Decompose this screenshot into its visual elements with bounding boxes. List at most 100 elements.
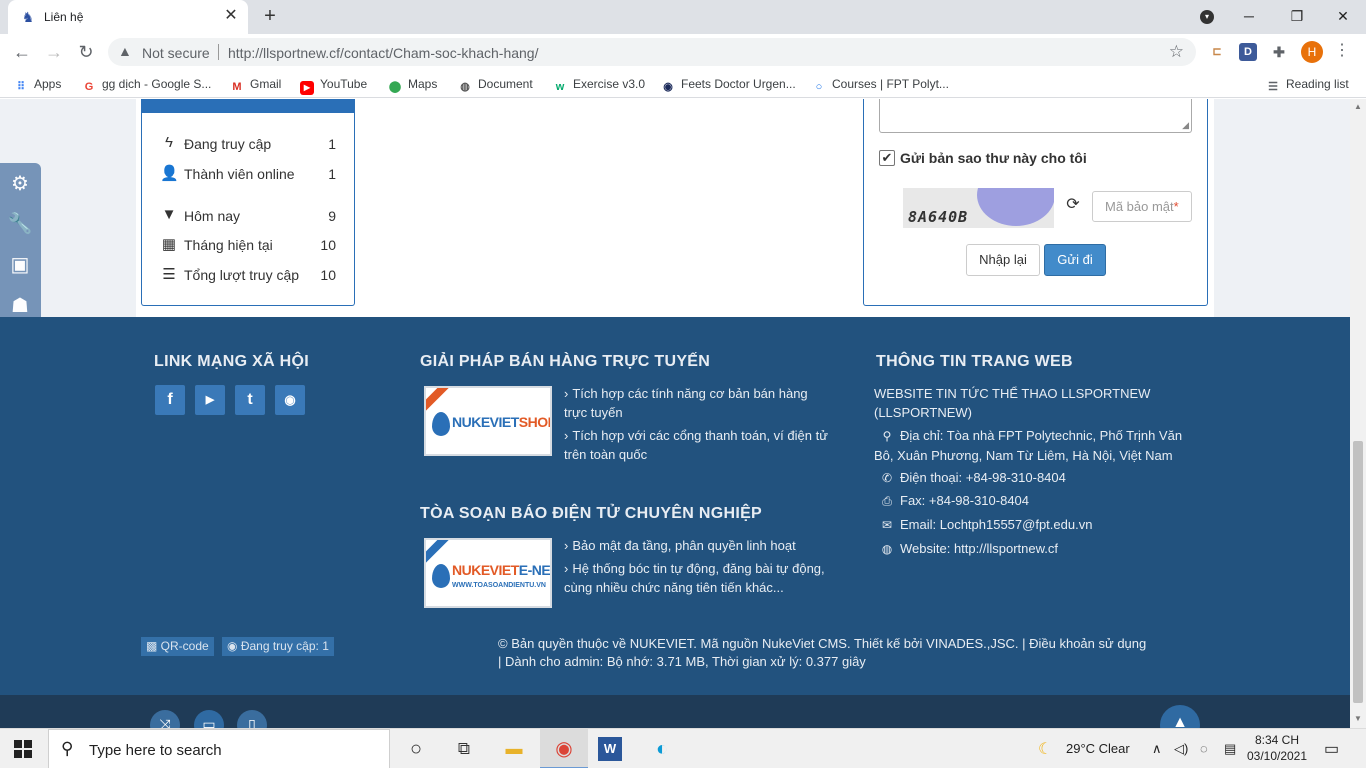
wrench-icon[interactable]: 🔧	[7, 211, 33, 237]
resize-grip-icon[interactable]: ◢	[1182, 120, 1189, 131]
volume-icon[interactable]: ◁)	[1174, 741, 1188, 757]
shuffle-icon[interactable]: ⤨	[150, 710, 180, 728]
minimize-button[interactable]: ─	[1226, 0, 1272, 34]
message-textarea[interactable]: ◢	[879, 99, 1192, 133]
bookmark-gmail[interactable]: M Gmail	[230, 76, 281, 93]
banner-ribbon	[426, 540, 455, 568]
notification-center-icon[interactable]: ▭	[1324, 739, 1339, 759]
tray-chevron-icon[interactable]: ∧	[1152, 741, 1162, 757]
stat-today: ▼ Hôm nay 9	[161, 206, 336, 224]
bookmark-feets[interactable]: ◉ Feets Doctor Urgen...	[661, 76, 796, 93]
task-view-icon[interactable]: ⧉	[450, 735, 478, 763]
cortana-icon[interactable]: ○	[402, 735, 430, 763]
send-copy-label[interactable]: Gửi bản sao thư này cho tôi	[900, 150, 1087, 166]
globe-icon: ◍	[460, 81, 470, 93]
bookmark-star-icon[interactable]: ☆	[1169, 42, 1184, 62]
reset-button[interactable]: Nhập lại	[966, 244, 1040, 276]
keyboard-icon[interactable]: ▤	[1224, 741, 1236, 757]
twitter-icon[interactable]: t	[235, 385, 265, 415]
online-count-badge[interactable]: ◉ Đang truy cập: 1	[222, 637, 334, 656]
file-explorer-icon[interactable]: ▬	[500, 735, 528, 763]
profile-avatar[interactable]: H	[1301, 41, 1323, 63]
word-icon[interactable]: W	[598, 737, 622, 761]
copyright-line: © Bản quyền thuộc về NUKEVIET. Mã nguồn …	[498, 636, 1147, 651]
scroll-down-arrow-icon[interactable]: ▼	[1354, 715, 1362, 723]
edge-icon[interactable]: ◐	[648, 735, 676, 763]
visitor-stats-panel: ϟ Đang truy cập 1 👤 Thành viên online 1 …	[141, 99, 355, 306]
clock-date: 03/10/2021	[1246, 749, 1308, 763]
forward-arrow-icon[interactable]: →	[42, 40, 66, 64]
bookmarks-bar: ⠿ Apps Ggg dịch - Google S... M Gmail ▶ You…	[0, 70, 1366, 98]
shop-heading: GIẢI PHÁP BÁN HÀNG TRỰC TUYẾN	[420, 353, 711, 370]
globe-icon: ◍	[881, 542, 893, 556]
website-row[interactable]: ◍ Website: http://llsportnew.cf	[880, 539, 1058, 559]
weather-text[interactable]: 29°C Clear	[1066, 741, 1130, 756]
captcha-input[interactable]: Mã bảo mật*	[1092, 191, 1192, 222]
send-button[interactable]: Gửi đi	[1044, 244, 1106, 276]
bookmark-gg-dich[interactable]: Ggg dịch - Google S...	[82, 76, 212, 93]
restore-button[interactable]: ❐	[1274, 0, 1320, 34]
page-scrollbar[interactable]: ▲ ▼	[1350, 99, 1366, 728]
browser-tab[interactable]: ♞ Liên hệ ✕	[8, 0, 248, 34]
bookmark-apps[interactable]: ⠿ Apps	[14, 76, 61, 93]
search-placeholder: Type here to search	[89, 742, 222, 759]
bookmark-youtube[interactable]: ▶ YouTube	[300, 76, 367, 95]
google-icon: G	[84, 81, 94, 93]
facebook-icon[interactable]: f	[155, 385, 185, 415]
extensions-puzzle-icon[interactable]: ✚	[1270, 43, 1288, 61]
not-secure-label[interactable]: Not secure	[142, 45, 210, 61]
enews-brand-text: NUKEVIETE-NEWS	[452, 562, 551, 578]
address-bar[interactable]: ▲ Not secure http://llsportnew.cf/contac…	[108, 38, 1196, 66]
site-footer: LINK MẠNG XÃ HỘI f ▶ t ◉ GIẢI PHÁP BÁN H…	[0, 317, 1350, 695]
layout-frame-icon[interactable]: ▣	[7, 252, 33, 278]
extension-d-icon[interactable]: D	[1239, 43, 1257, 61]
menu-kebab-icon[interactable]: ⋮	[1334, 40, 1350, 64]
new-tab-button[interactable]: +	[258, 5, 282, 29]
scrollbar-thumb[interactable]	[1353, 441, 1363, 703]
news-heading: TÒA SOẠN BÁO ĐIỆN TỬ CHUYÊN NGHIỆP	[420, 505, 763, 522]
stat-this-month: ▦ Tháng hiện tại 10	[161, 236, 336, 253]
scroll-to-top-icon[interactable]: ▲	[1160, 705, 1200, 728]
windows-start-icon[interactable]	[14, 740, 32, 758]
taskbar-search[interactable]: ⚲ Type here to search	[48, 729, 390, 768]
captcha-refresh-icon[interactable]: ⟳	[1064, 196, 1082, 214]
desktop-icon[interactable]: ▭	[194, 710, 224, 728]
qr-code-button[interactable]: ▩ QR-code	[141, 637, 214, 656]
user-secret-icon[interactable]: ☗	[7, 293, 33, 319]
close-window-button[interactable]: ✕	[1320, 0, 1366, 34]
bookmark-maps[interactable]: ⬤ Maps	[388, 76, 438, 93]
tab-close-icon[interactable]: ✕	[222, 7, 240, 25]
weather-moon-icon[interactable]: ☾	[1038, 739, 1052, 759]
tab-search-icon[interactable]: ▾	[1200, 10, 1214, 24]
reload-icon[interactable]: ↻	[74, 40, 98, 64]
reading-list[interactable]: ☰ Reading list	[1266, 76, 1349, 93]
bookmark-courses[interactable]: ○ Courses | FPT Polyt...	[812, 76, 949, 93]
nukeviet-shop-banner[interactable]: NUKEVIETSHOP	[424, 386, 552, 456]
extension-pin-icon[interactable]: ⊏	[1208, 43, 1226, 61]
social-heading: LINK MẠNG XÃ HỘI	[154, 353, 310, 370]
back-arrow-icon[interactable]: ←	[10, 40, 34, 64]
mobile-icon[interactable]: ▯	[237, 710, 267, 728]
bookmark-document[interactable]: ◍ Document	[458, 76, 533, 93]
warning-triangle-icon[interactable]: ▲	[118, 43, 132, 59]
list-icon: ☰	[162, 266, 176, 283]
network-icon[interactable]: ◌	[1200, 741, 1208, 756]
url-text[interactable]: http://llsportnew.cf/contact/Cham-soc-kh…	[228, 45, 538, 61]
youtube-icon[interactable]: ▶	[195, 385, 225, 415]
tab-strip: ♞ Liên hệ ✕ + ▾ ─ ❐ ✕	[0, 0, 1366, 34]
gears-icon[interactable]: ⚙	[7, 171, 33, 197]
rss-icon[interactable]: ◉	[275, 385, 305, 415]
shop-feature-1[interactable]: › Tích hợp các tính năng cơ bản bán hàng …	[564, 384, 834, 422]
send-copy-checkbox[interactable]: ✔	[879, 150, 895, 166]
filter-icon: ▼	[161, 206, 177, 223]
nukeviet-enews-banner[interactable]: NUKEVIETE-NEWS WWW.TOASOANDIENTU.VN	[424, 538, 552, 608]
tab-title: Liên hệ	[44, 10, 84, 24]
taskbar-clock[interactable]: 8:34 CH 03/10/2021	[1244, 732, 1310, 764]
news-feature-2[interactable]: › Hệ thống bóc tin tự động, đăng bài tự đ…	[564, 559, 834, 597]
shop-feature-2[interactable]: › Tích hợp với các cổng thanh toán, ví đi…	[564, 426, 834, 464]
news-feature-1[interactable]: › Bảo mật đa tầng, phân quyền linh hoạt	[564, 536, 834, 555]
bookmark-exercise[interactable]: w Exercise v3.0	[553, 76, 645, 93]
email-row[interactable]: ✉ Email: Lochtph15557@fpt.edu.vn	[880, 515, 1092, 535]
scroll-up-arrow-icon[interactable]: ▲	[1354, 103, 1362, 111]
chrome-icon[interactable]: ◉	[550, 735, 578, 763]
